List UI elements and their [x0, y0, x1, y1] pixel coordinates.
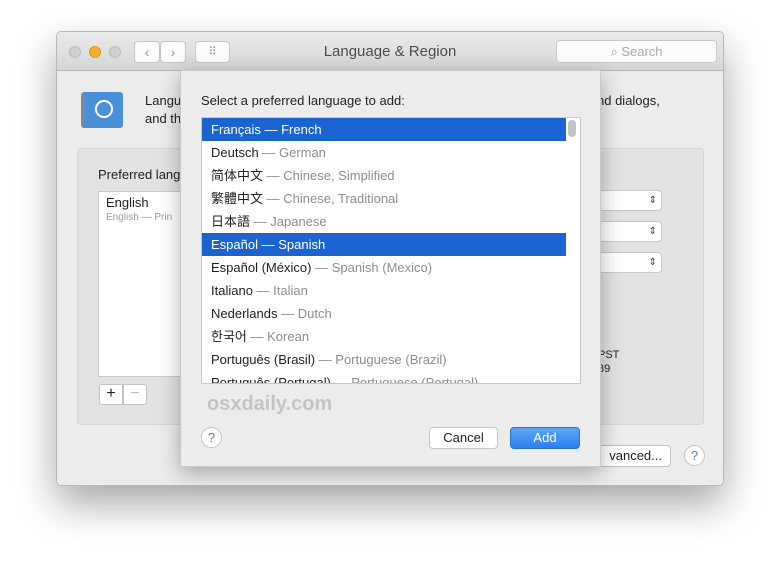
- separator: —: [266, 168, 280, 183]
- english-name: Chinese, Traditional: [283, 191, 399, 206]
- preferred-languages-label: Preferred lang: [98, 167, 181, 182]
- separator: —: [256, 283, 270, 298]
- language-option[interactable]: Italiano — Italian: [202, 279, 566, 302]
- add-button[interactable]: Add: [510, 427, 580, 449]
- language-option[interactable]: Nederlands — Dutch: [202, 302, 566, 325]
- language-option[interactable]: Français — French: [202, 118, 566, 141]
- language-option[interactable]: 日本語 — Japanese: [202, 210, 566, 233]
- english-name: German: [278, 145, 326, 160]
- native-name: 简体中文: [211, 168, 264, 183]
- language-detail: English — Prin: [106, 212, 173, 223]
- language-option[interactable]: Deutsch — German: [202, 141, 566, 164]
- scrollbar-thumb[interactable]: [568, 120, 576, 137]
- title-bar: ‹ › ⠿ Language & Region ⌕ Search: [57, 32, 723, 71]
- english-name: French: [281, 122, 322, 137]
- header-text-right: nd dialogs,: [597, 93, 660, 108]
- search-field[interactable]: ⌕ Search: [556, 40, 717, 63]
- separator: —: [315, 260, 329, 275]
- english-name: Dutch: [297, 306, 332, 321]
- sheet-help-button[interactable]: ?: [201, 427, 222, 448]
- native-name: Português (Portugal): [211, 375, 331, 384]
- header-text-2: and th: [145, 111, 182, 126]
- add-language-button[interactable]: +: [99, 384, 123, 405]
- english-name: Spanish: [278, 237, 326, 252]
- language-option[interactable]: 繁體中文 — Chinese, Traditional: [202, 187, 566, 210]
- language-option[interactable]: 简体中文 — Chinese, Simplified: [202, 164, 566, 187]
- search-icon: ⌕: [610, 44, 622, 59]
- first-day-popup[interactable]: ⇕: [598, 221, 662, 242]
- separator: —: [261, 237, 275, 252]
- un-flag-icon: [81, 92, 123, 128]
- language-option[interactable]: Português (Brasil) — Portuguese (Brazil): [202, 348, 566, 371]
- calendar-popup[interactable]: ⇕: [598, 252, 662, 273]
- language-option[interactable]: 한국어 — Korean: [202, 325, 566, 348]
- separator: —: [253, 214, 267, 229]
- globe-emblem: [94, 100, 113, 118]
- separator: —: [334, 375, 348, 384]
- remove-language-button[interactable]: −: [123, 384, 147, 405]
- native-name: 日本語: [211, 214, 251, 229]
- english-name: Chinese, Simplified: [283, 168, 395, 183]
- native-name: Deutsch: [211, 145, 259, 160]
- separator: —: [264, 122, 278, 137]
- native-name: Español: [211, 237, 258, 252]
- time-zone-fragment: PST: [598, 349, 620, 361]
- native-name: Nederlands: [211, 306, 278, 321]
- native-name: Italiano: [211, 283, 253, 298]
- language-name: English: [106, 195, 149, 210]
- native-name: Español (México): [211, 260, 312, 275]
- add-language-sheet: Select a preferred language to add: Port…: [180, 70, 601, 467]
- separator: —: [250, 329, 264, 344]
- header-text-1: Langu: [145, 93, 182, 108]
- cancel-button[interactable]: Cancel: [429, 427, 498, 449]
- english-name: Portuguese (Brazil): [335, 352, 447, 367]
- search-placeholder: Search: [621, 44, 663, 59]
- language-option[interactable]: Español (México) — Spanish (Mexico): [202, 256, 566, 279]
- native-name: 繁體中文: [211, 191, 264, 206]
- separator: —: [266, 191, 280, 206]
- english-name: Japanese: [270, 214, 327, 229]
- english-name: Portuguese (Portugal): [351, 375, 479, 384]
- sheet-prompt: Select a preferred language to add:: [201, 93, 405, 108]
- help-button[interactable]: ?: [684, 445, 705, 466]
- language-list[interactable]: Português (Portugal) — Portuguese (Portu…: [201, 117, 581, 384]
- separator: —: [318, 352, 332, 367]
- watermark: osxdaily.com: [207, 393, 333, 415]
- native-name: 한국어: [211, 329, 247, 344]
- separator: —: [281, 306, 295, 321]
- region-popup[interactable]: ⇕: [598, 190, 662, 211]
- english-name: Spanish (Mexico): [331, 260, 433, 275]
- separator: —: [262, 145, 276, 160]
- language-option[interactable]: Português (Portugal) — Portuguese (Portu…: [202, 371, 566, 384]
- native-name: Français: [211, 122, 261, 137]
- english-name: Italian: [273, 283, 308, 298]
- english-name: Korean: [267, 329, 310, 344]
- language-option[interactable]: Español — Spanish: [202, 233, 566, 256]
- native-name: Português (Brasil): [211, 352, 316, 367]
